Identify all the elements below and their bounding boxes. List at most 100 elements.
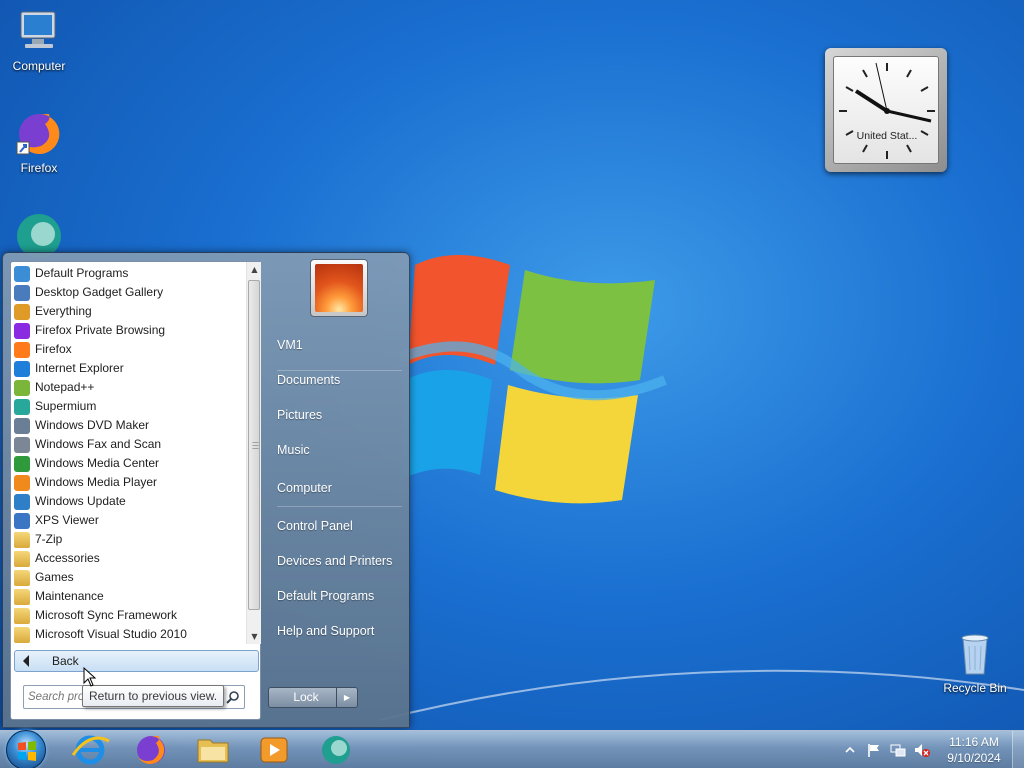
back-label: Back [52, 654, 79, 668]
program-item[interactable]: Windows DVD Maker [11, 416, 245, 435]
network-icon[interactable] [890, 742, 906, 758]
program-item[interactable]: Desktop Gadget Gallery [11, 283, 245, 302]
folder-icon [14, 532, 30, 548]
desktop-icon-label: Computer [12, 59, 66, 73]
all-programs-list[interactable]: Default Programs Desktop Gadget Gallery Ev… [11, 262, 245, 644]
start-menu: Default Programs Desktop Gadget Gallery Ev… [2, 252, 410, 728]
program-label: Default Programs [35, 266, 129, 280]
program-label: Firefox [35, 342, 72, 356]
search-icon[interactable] [226, 690, 240, 704]
wallpaper-light-swoosh [380, 669, 1024, 721]
desktop-icon-firefox[interactable]: Firefox [0, 110, 78, 175]
supermium-icon [14, 399, 30, 415]
back-button[interactable]: Back [14, 650, 259, 672]
program-item[interactable]: Internet Explorer [11, 359, 245, 378]
program-item[interactable]: Windows Fax and Scan [11, 435, 245, 454]
taskbar-internet-explorer[interactable] [65, 733, 115, 767]
scrollbar-thumb[interactable]: — — — [248, 280, 260, 610]
start-button[interactable] [6, 730, 46, 768]
program-item[interactable]: Games [11, 568, 245, 587]
program-item[interactable]: Notepad++ [11, 378, 245, 397]
start-item-pictures[interactable]: Pictures [271, 400, 403, 430]
flower-avatar-image [315, 264, 363, 312]
media-center-icon [14, 456, 30, 472]
scroll-up-icon[interactable]: ▲ [247, 262, 262, 277]
scroll-down-icon[interactable]: ▼ [247, 629, 262, 644]
gadget-gallery-icon [14, 285, 30, 301]
clock-city-label: United Stat... [856, 130, 918, 142]
clock-gadget[interactable]: United Stat... [825, 48, 947, 172]
program-label: Windows Media Center [35, 456, 160, 470]
desktop-icon-label: Firefox [20, 161, 58, 175]
program-item[interactable]: Microsoft Visual Studio 2010 [11, 625, 245, 644]
back-arrow-icon [23, 655, 29, 667]
program-label: Windows Update [35, 494, 126, 508]
start-item-computer[interactable]: Computer [271, 473, 403, 503]
start-item-help-support[interactable]: Help and Support [271, 616, 403, 646]
separator [277, 370, 402, 371]
program-label: Desktop Gadget Gallery [35, 285, 164, 299]
clock-face: United Stat... [833, 56, 939, 164]
taskbar-media-player[interactable] [249, 733, 299, 767]
program-label: 7-Zip [35, 532, 63, 546]
program-item[interactable]: Firefox Private Browsing [11, 321, 245, 340]
shutdown-options-arrow-icon[interactable]: ▶ [336, 687, 358, 708]
folder-icon [14, 608, 30, 624]
program-item[interactable]: Accessories [11, 549, 245, 568]
program-item[interactable]: Firefox [11, 340, 245, 359]
user-avatar[interactable] [310, 259, 368, 317]
program-item[interactable]: 7-Zip [11, 530, 245, 549]
program-label: Firefox Private Browsing [35, 323, 166, 337]
desktop-icon-label: Recycle Bin [943, 681, 1007, 695]
windows-logo-icon [18, 741, 36, 761]
program-item[interactable]: Windows Update [11, 492, 245, 511]
start-menu-right-pane: VM1 Documents Pictures Music Computer Control… [265, 253, 411, 729]
program-item[interactable]: XPS Viewer [11, 511, 245, 530]
program-item[interactable]: Windows Media Player [11, 473, 245, 492]
windows-update-icon [14, 494, 30, 510]
program-item[interactable]: Windows Media Center [11, 454, 245, 473]
program-item[interactable]: Everything [11, 302, 245, 321]
program-label: Windows Fax and Scan [35, 437, 162, 451]
clock-hands-icon [839, 62, 935, 159]
fax-scan-icon [14, 437, 30, 453]
taskbar-firefox[interactable] [126, 733, 176, 767]
folder-icon [14, 589, 30, 605]
show-desktop-button[interactable] [1012, 731, 1024, 768]
scrollbar-grip-icon: — — — [252, 438, 259, 452]
program-label: Supermium [35, 399, 97, 413]
back-tooltip: Return to previous view. [82, 685, 225, 707]
folder-icon [14, 627, 30, 643]
program-label: Notepad++ [35, 380, 95, 394]
taskbar-clock[interactable]: 11:16 AM 9/10/2024 [940, 734, 1008, 766]
program-label: Maintenance [35, 589, 104, 603]
start-item-music[interactable]: Music [271, 435, 403, 465]
taskbar-supermium[interactable] [311, 733, 361, 767]
program-item[interactable]: Maintenance [11, 587, 245, 606]
taskbar-file-explorer[interactable] [188, 733, 238, 767]
start-item-vm1[interactable]: VM1 [271, 330, 403, 360]
program-label: Everything [35, 304, 92, 318]
program-label: Internet Explorer [35, 361, 124, 375]
media-player-icon [260, 737, 288, 763]
action-center-flag-icon[interactable] [866, 742, 882, 758]
program-label: Accessories [35, 551, 100, 565]
program-list-scrollbar[interactable]: ▲ — — — ▼ [246, 262, 261, 644]
start-item-control-panel[interactable]: Control Panel [271, 511, 403, 541]
start-item-default-programs[interactable]: Default Programs [271, 581, 403, 611]
volume-muted-icon[interactable] [914, 742, 930, 758]
supermium-icon [322, 736, 350, 764]
mouse-pointer-icon [83, 667, 97, 687]
program-item[interactable]: Supermium [11, 397, 245, 416]
lock-button[interactable]: Lock [268, 687, 344, 708]
desktop-icon-computer[interactable]: Computer [0, 8, 78, 73]
start-menu-programs-pane: Default Programs Desktop Gadget Gallery Ev… [10, 261, 261, 720]
folder-icon [14, 570, 30, 586]
program-item[interactable]: Default Programs [11, 264, 245, 283]
program-label: Games [35, 570, 74, 584]
start-item-devices-printers[interactable]: Devices and Printers [271, 546, 403, 576]
program-item[interactable]: Microsoft Sync Framework [11, 606, 245, 625]
taskbar-time: 11:16 AM [949, 735, 999, 749]
desktop-icon-recycle-bin[interactable]: Recycle Bin [936, 630, 1014, 695]
show-hidden-icons-icon[interactable] [842, 742, 858, 758]
